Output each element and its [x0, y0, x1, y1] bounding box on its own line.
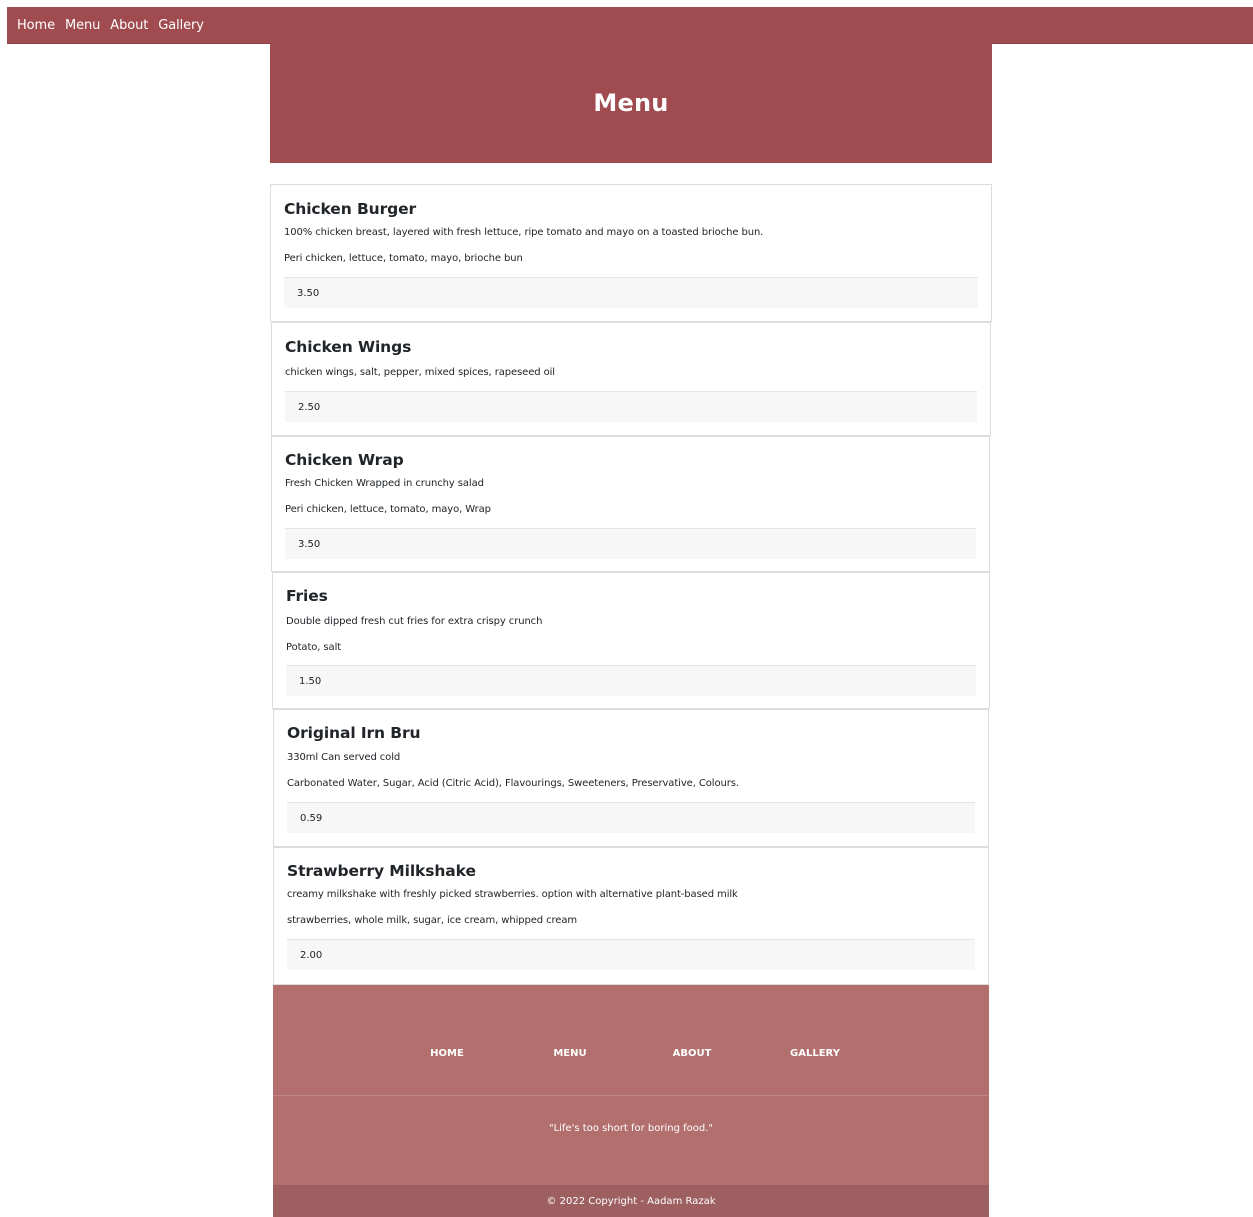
menu-item-price-bar: 0.59	[287, 802, 975, 833]
footer-copyright: © 2022 Copyright - Aadam Razak	[273, 1185, 989, 1217]
menu-item-price: 1.50	[299, 675, 322, 687]
menu-item-price-bar: 3.50	[284, 277, 978, 308]
menu-item-card: Chicken Wrap Fresh Chicken Wrapped in cr…	[271, 436, 990, 572]
nav-link-gallery[interactable]: Gallery	[158, 18, 204, 33]
menu-item-card: Fries Double dipped fresh cut fries for …	[272, 572, 990, 709]
menu-item-price-bar: 2.00	[287, 939, 975, 970]
menu-item-ingredients: strawberries, whole milk, sugar, ice cre…	[287, 915, 578, 926]
footer-link-about[interactable]: ABOUT	[673, 1048, 712, 1059]
menu-item-price: 2.50	[298, 401, 321, 413]
menu-item-ingredients: Potato, salt	[286, 642, 342, 653]
page-title: Menu	[593, 89, 669, 117]
menu-item-card: Chicken Burger 100% chicken breast, laye…	[270, 184, 992, 322]
top-navbar: Home Menu About Gallery	[7, 7, 1253, 43]
menu-item-price-bar: 1.50	[286, 665, 976, 696]
footer-nav: HOME MENU ABOUT GALLERY	[273, 985, 989, 1096]
menu-item-description: creamy milkshake with freshly picked str…	[287, 889, 738, 900]
menu-item-description: Fresh Chicken Wrapped in crunchy salad	[285, 478, 484, 489]
nav-link-home[interactable]: Home	[17, 18, 55, 33]
footer-quote: "Life's too short for boring food."	[548, 1123, 713, 1134]
footer-link-menu[interactable]: MENU	[553, 1048, 586, 1059]
menu-item-price-bar: 2.50	[285, 391, 977, 422]
menu-item-card: Chicken Wings chicken wings, salt, peppe…	[271, 322, 991, 436]
menu-item-price: 3.50	[298, 538, 321, 550]
menu-item-ingredients: chicken wings, salt, pepper, mixed spice…	[285, 367, 555, 378]
menu-item-name: Chicken Burger	[284, 200, 417, 218]
menu-item-description: 100% chicken breast, layered with fresh …	[284, 227, 764, 238]
menu-item-price: 3.50	[297, 287, 320, 299]
menu-item-ingredients: Peri chicken, lettuce, tomato, mayo, bri…	[284, 253, 523, 264]
menu-item-ingredients: Carbonated Water, Sugar, Acid (Citric Ac…	[287, 778, 739, 789]
menu-item-name: Strawberry Milkshake	[287, 862, 476, 880]
menu-item-description: Double dipped fresh cut fries for extra …	[286, 616, 543, 627]
menu-item-name: Chicken Wrap	[285, 451, 404, 469]
menu-item-price: 2.00	[300, 949, 323, 961]
menu-item-description: 330ml Can served cold	[287, 752, 401, 763]
nav-link-menu[interactable]: Menu	[65, 18, 100, 33]
menu-item-name: Chicken Wings	[285, 338, 412, 356]
menu-item-card: Strawberry Milkshake creamy milkshake wi…	[273, 847, 989, 985]
menu-item-card: Original Irn Bru 330ml Can served cold C…	[273, 709, 989, 847]
page-header: Menu	[270, 43, 992, 163]
nav-link-about[interactable]: About	[110, 18, 148, 33]
menu-item-name: Original Irn Bru	[287, 724, 421, 742]
footer-link-home[interactable]: HOME	[430, 1048, 464, 1059]
menu-item-ingredients: Peri chicken, lettuce, tomato, mayo, Wra…	[285, 504, 491, 515]
menu-item-price-bar: 3.50	[285, 528, 976, 559]
site-footer: HOME MENU ABOUT GALLERY "Life's too shor…	[273, 985, 989, 1217]
footer-link-gallery[interactable]: GALLERY	[790, 1048, 840, 1059]
menu-item-price: 0.59	[300, 812, 323, 824]
menu-item-name: Fries	[286, 587, 328, 605]
